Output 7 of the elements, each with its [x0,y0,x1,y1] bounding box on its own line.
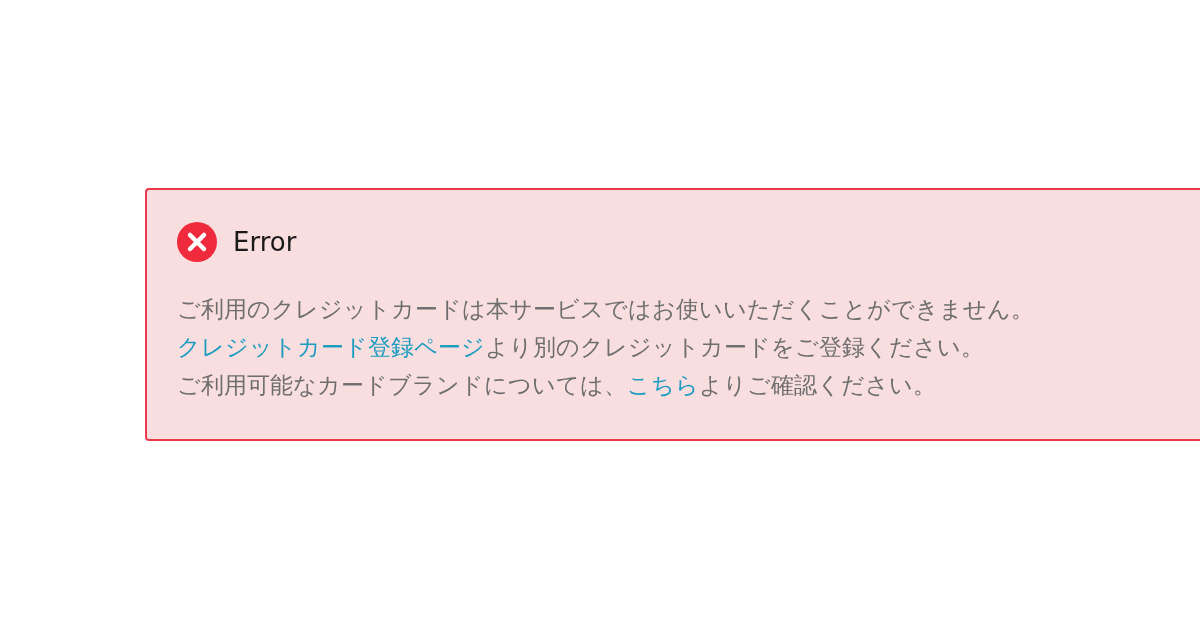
message-line: ご利用のクレジットカードは本サービスではお使いいただくことができません。 [177,295,1035,324]
message-line: ご利用可能なカードブランドについては、こちら よりご確認ください。 [177,371,937,400]
message-line: クレジットカード登録ページ より別のクレジットカードをご登録ください。 [177,333,985,362]
error-icon [177,222,217,262]
alert-title: Error [233,227,297,257]
link[interactable]: こちら [627,372,699,398]
link[interactable]: クレジットカード登録ページ [177,334,485,360]
